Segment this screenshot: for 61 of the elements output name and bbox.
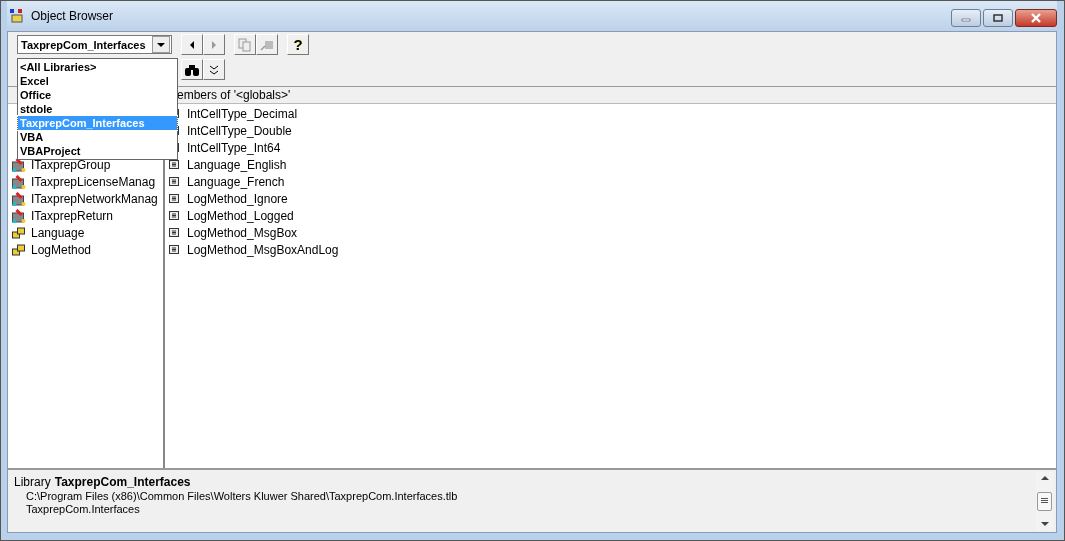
constant-icon [169,177,179,186]
back-button[interactable] [181,34,203,55]
back-arrow-icon [190,40,194,49]
window-title: Object Browser [31,9,115,23]
class-item[interactable]: Language [31,225,85,240]
library-description: TaxprepCom.Interfaces [25,503,141,515]
library-option[interactable]: stdole [18,102,177,116]
scroll-up-icon[interactable] [1040,476,1049,480]
constant-icon [169,245,179,254]
interface-icon [11,191,26,206]
class-item[interactable]: ITaxprepGroup [31,157,111,172]
library-option[interactable]: <All Libraries> [18,60,177,74]
member-item[interactable]: LogMethod_MsgBox [187,225,298,240]
binoculars-icon [185,63,199,76]
expand-button[interactable] [203,59,225,80]
library-option[interactable]: Office [18,88,177,102]
double-chevron-icon [210,64,218,75]
constant-icon [169,228,179,237]
caret-icon [157,42,165,47]
class-item[interactable]: ITaxprepLicenseManag [31,174,156,189]
maximize-icon [993,13,1003,23]
class-item[interactable]: ITaxprepReturn [31,208,114,223]
library-combo[interactable]: TaxprepCom_Interfaces [17,35,172,54]
member-item[interactable]: Language_French [187,174,285,189]
enum-icon [11,225,26,240]
forward-arrow-icon [212,40,216,49]
library-path: C:\Program Files (x86)\Common Files\Wolters Kluwer Shared\TaxprepCom.Interfaces.tlb [25,490,459,502]
forward-button[interactable] [203,34,225,55]
scroll-down-icon[interactable] [1040,522,1049,526]
member-item[interactable]: IntCellType_Double [187,123,292,138]
close-icon [1031,13,1041,23]
help-button[interactable]: ? [287,34,309,55]
app-icon [9,8,25,24]
interface-icon [11,208,26,223]
member-item[interactable]: IntCellType_Int64 [187,140,281,155]
library-option[interactable]: VBA [18,130,177,144]
member-item[interactable]: LogMethod_MsgBoxAndLog [187,242,339,257]
constant-icon [169,211,179,220]
library-option[interactable]: VBAProject [18,144,177,158]
class-item[interactable]: LogMethod [31,242,92,257]
member-item[interactable]: IntCellType_Decimal [187,106,298,121]
maximize-button[interactable] [983,9,1013,27]
minimize-button[interactable] [951,9,981,27]
view-definition-button[interactable] [256,34,278,55]
member-item[interactable]: LogMethod_Logged [187,208,294,223]
member-item[interactable]: LogMethod_Ignore [187,191,288,206]
scroll-thumb[interactable] [1037,491,1052,511]
copy-icon [238,37,252,52]
members-header: embers of '<globals>' [177,88,291,102]
library-option[interactable]: Excel [18,74,177,88]
copy-button[interactable] [234,34,256,55]
class-item[interactable]: ITaxprepNetworkManag [31,191,158,206]
interface-icon [11,174,26,189]
constant-icon [169,160,179,169]
search-button[interactable] [181,59,203,80]
member-item[interactable]: Language_English [187,157,287,172]
close-button[interactable] [1015,9,1057,27]
grip-icon [1041,498,1048,504]
constant-icon [169,194,179,203]
details-title: Library TaxprepCom_Interfaces [14,475,192,489]
enum-icon [11,242,26,257]
